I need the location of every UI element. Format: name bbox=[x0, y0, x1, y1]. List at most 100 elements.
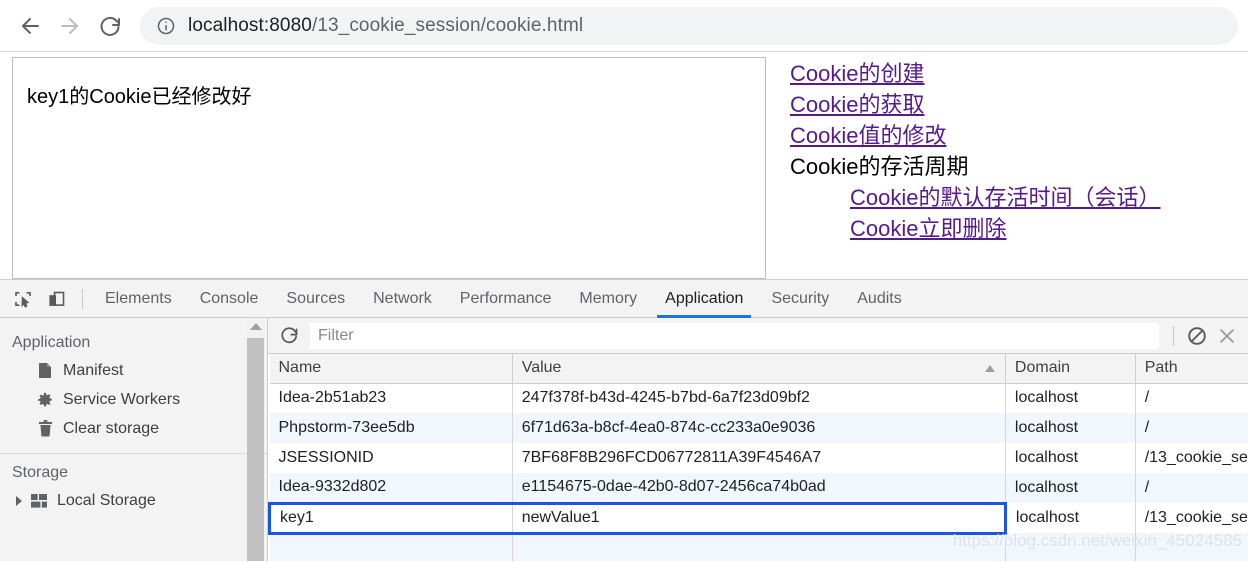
cell-path[interactable]: /13_cookie_session bbox=[1135, 503, 1248, 533]
tab-memory[interactable]: Memory bbox=[565, 280, 651, 317]
column-header-value-label: Value bbox=[521, 359, 562, 377]
column-header-path[interactable]: Path bbox=[1135, 354, 1248, 384]
devtools-body: Application Manifest Service Workers Cle… bbox=[0, 318, 1248, 561]
cookie-result-frame: key1的Cookie已经修改好 bbox=[12, 57, 766, 279]
sidebar-item-service-workers[interactable]: Service Workers bbox=[0, 385, 267, 414]
sidebar-item-label: Service Workers bbox=[63, 390, 181, 408]
cookies-panel: Name Value Domain Path Expires / Max Ide… bbox=[268, 318, 1248, 561]
table-row[interactable]: Idea-2b51ab23 247f378f-b43d-4245-b7bd-6a… bbox=[269, 383, 1248, 413]
address-bar[interactable]: localhost:8080/13_cookie_session/cookie.… bbox=[140, 6, 1238, 45]
browser-toolbar: localhost:8080/13_cookie_session/cookie.… bbox=[0, 0, 1248, 52]
cell-domain[interactable] bbox=[1005, 533, 1136, 561]
tab-security[interactable]: Security bbox=[757, 280, 843, 317]
table-row[interactable]: Phpstorm-73ee5db 6f71d63a-b8cf-4ea0-874c… bbox=[269, 413, 1248, 443]
cell-domain[interactable]: localhost bbox=[1005, 503, 1136, 533]
cell-value[interactable]: 6f71d63a-b8cf-4ea0-874c-cc233a0e9036 bbox=[512, 413, 1006, 443]
text-cookie-lifecycle: Cookie的存活周期 bbox=[790, 154, 969, 179]
sidebar-scrollbar[interactable] bbox=[247, 318, 264, 561]
page-viewport: key1的Cookie已经修改好 Cookie的创建 Cookie的获取 Coo… bbox=[0, 52, 1248, 280]
cell-value[interactable] bbox=[512, 533, 1006, 561]
gear-icon bbox=[34, 391, 56, 409]
reload-button[interactable] bbox=[90, 6, 130, 46]
site-info-icon[interactable] bbox=[156, 16, 176, 36]
application-sidebar: Application Manifest Service Workers Cle… bbox=[0, 318, 268, 561]
tab-network[interactable]: Network bbox=[359, 280, 446, 317]
cell-name[interactable]: Idea-9332d802 bbox=[269, 473, 513, 503]
cookies-grid[interactable]: Name Value Domain Path Expires / Max Ide… bbox=[268, 354, 1248, 561]
tab-audits[interactable]: Audits bbox=[843, 280, 915, 317]
frame-message: key1的Cookie已经修改好 bbox=[27, 86, 252, 108]
cell-name[interactable] bbox=[269, 533, 513, 561]
cell-value[interactable]: 7BF68F8B296FCD06772811A39F4546A7 bbox=[512, 443, 1006, 473]
cookie-link-list: Cookie的创建 Cookie的获取 Cookie值的修改 Cookie的存活… bbox=[790, 58, 1248, 244]
link-cookie-create[interactable]: Cookie的创建 bbox=[790, 58, 1248, 89]
devtools-panel: Elements Console Sources Network Perform… bbox=[0, 280, 1248, 561]
cell-name[interactable]: Idea-2b51ab23 bbox=[269, 383, 513, 413]
device-toolbar-icon[interactable] bbox=[40, 280, 74, 317]
forward-button[interactable] bbox=[50, 6, 90, 46]
cell-path[interactable] bbox=[1135, 533, 1248, 561]
scrollbar-thumb[interactable] bbox=[247, 338, 264, 561]
cell-value[interactable]: e1154675-0dae-42b0-8d07-2456ca74b0ad bbox=[512, 473, 1006, 503]
cookies-toolbar bbox=[268, 318, 1248, 354]
tab-console[interactable]: Console bbox=[186, 280, 273, 317]
filter-input[interactable] bbox=[310, 322, 1159, 349]
url-path: /13_cookie_session/cookie.html bbox=[311, 14, 584, 36]
sidebar-section-storage: Storage bbox=[12, 464, 69, 481]
url-host: localhost:8080 bbox=[188, 14, 312, 36]
cell-path[interactable]: /13_cookie_session bbox=[1135, 443, 1248, 473]
cell-domain[interactable]: localhost bbox=[1005, 413, 1136, 443]
sidebar-item-clear-storage[interactable]: Clear storage bbox=[0, 414, 267, 443]
link-cookie-get[interactable]: Cookie的获取 bbox=[790, 89, 1248, 120]
devtools-tabbar: Elements Console Sources Network Perform… bbox=[0, 280, 1248, 318]
table-row[interactable]: Idea-9332d802 e1154675-0dae-42b0-8d07-24… bbox=[269, 473, 1248, 503]
cell-value[interactable]: newValue1 bbox=[512, 501, 1007, 535]
column-header-domain[interactable]: Domain bbox=[1005, 354, 1136, 384]
url-text: localhost:8080/13_cookie_session/cookie.… bbox=[188, 15, 583, 37]
sort-ascending-icon bbox=[984, 365, 995, 372]
tab-elements[interactable]: Elements bbox=[91, 280, 186, 317]
cell-path[interactable]: / bbox=[1135, 383, 1248, 413]
link-cookie-delete-now[interactable]: Cookie立即删除 bbox=[790, 213, 1248, 244]
cell-domain[interactable]: localhost bbox=[1005, 443, 1136, 473]
sidebar-item-label: Local Storage bbox=[57, 491, 156, 509]
tab-performance[interactable]: Performance bbox=[446, 280, 566, 317]
link-cookie-modify[interactable]: Cookie值的修改 bbox=[790, 120, 1248, 151]
cell-domain[interactable]: localhost bbox=[1005, 383, 1136, 413]
cell-path[interactable]: / bbox=[1135, 473, 1248, 503]
sidebar-item-local-storage[interactable]: Local Storage bbox=[0, 486, 267, 515]
tab-sources[interactable]: Sources bbox=[272, 280, 359, 317]
table-header-row: Name Value Domain Path Expires / Max bbox=[269, 354, 1248, 384]
clear-all-cookies-icon[interactable] bbox=[1182, 321, 1212, 351]
column-header-value[interactable]: Value bbox=[512, 354, 1006, 384]
sidebar-divider bbox=[0, 453, 267, 454]
cell-name[interactable]: JSESSIONID bbox=[269, 443, 513, 473]
cell-path[interactable]: / bbox=[1135, 413, 1248, 443]
toolbar-divider bbox=[1173, 325, 1174, 346]
close-icon[interactable] bbox=[1212, 321, 1242, 351]
sidebar-item-label: Manifest bbox=[63, 361, 124, 379]
table-row-empty[interactable] bbox=[269, 533, 1248, 561]
back-button[interactable] bbox=[10, 6, 50, 46]
trash-icon bbox=[34, 420, 56, 438]
cell-value[interactable]: 247f378f-b43d-4245-b7bd-6a7f23d09bf2 bbox=[512, 383, 1006, 413]
document-icon bbox=[34, 362, 56, 380]
cell-name[interactable]: Phpstorm-73ee5db bbox=[269, 413, 513, 443]
link-cookie-default-lifetime[interactable]: Cookie的默认存活时间（会话） bbox=[790, 182, 1248, 213]
cookies-table: Name Value Domain Path Expires / Max Ide… bbox=[268, 354, 1248, 561]
table-row-selected[interactable]: key1 newValue1 localhost /13_cookie_sess… bbox=[268, 501, 1248, 535]
cell-name[interactable]: key1 bbox=[268, 501, 513, 535]
sidebar-section-application: Application bbox=[12, 334, 91, 351]
inspect-element-icon[interactable] bbox=[6, 280, 40, 317]
sidebar-item-manifest[interactable]: Manifest bbox=[0, 356, 267, 385]
table-row[interactable]: JSESSIONID 7BF68F8B296FCD06772811A39F454… bbox=[269, 443, 1248, 473]
sidebar-item-label: Clear storage bbox=[63, 419, 160, 437]
cell-domain[interactable]: localhost bbox=[1005, 473, 1136, 503]
table-icon bbox=[28, 492, 50, 510]
refresh-icon[interactable] bbox=[274, 321, 304, 351]
chevron-right-icon[interactable] bbox=[16, 495, 22, 506]
tab-application[interactable]: Application bbox=[651, 280, 757, 318]
scroll-up-icon[interactable] bbox=[249, 323, 262, 330]
toolbar-divider bbox=[82, 288, 83, 309]
column-header-name[interactable]: Name bbox=[269, 354, 513, 384]
